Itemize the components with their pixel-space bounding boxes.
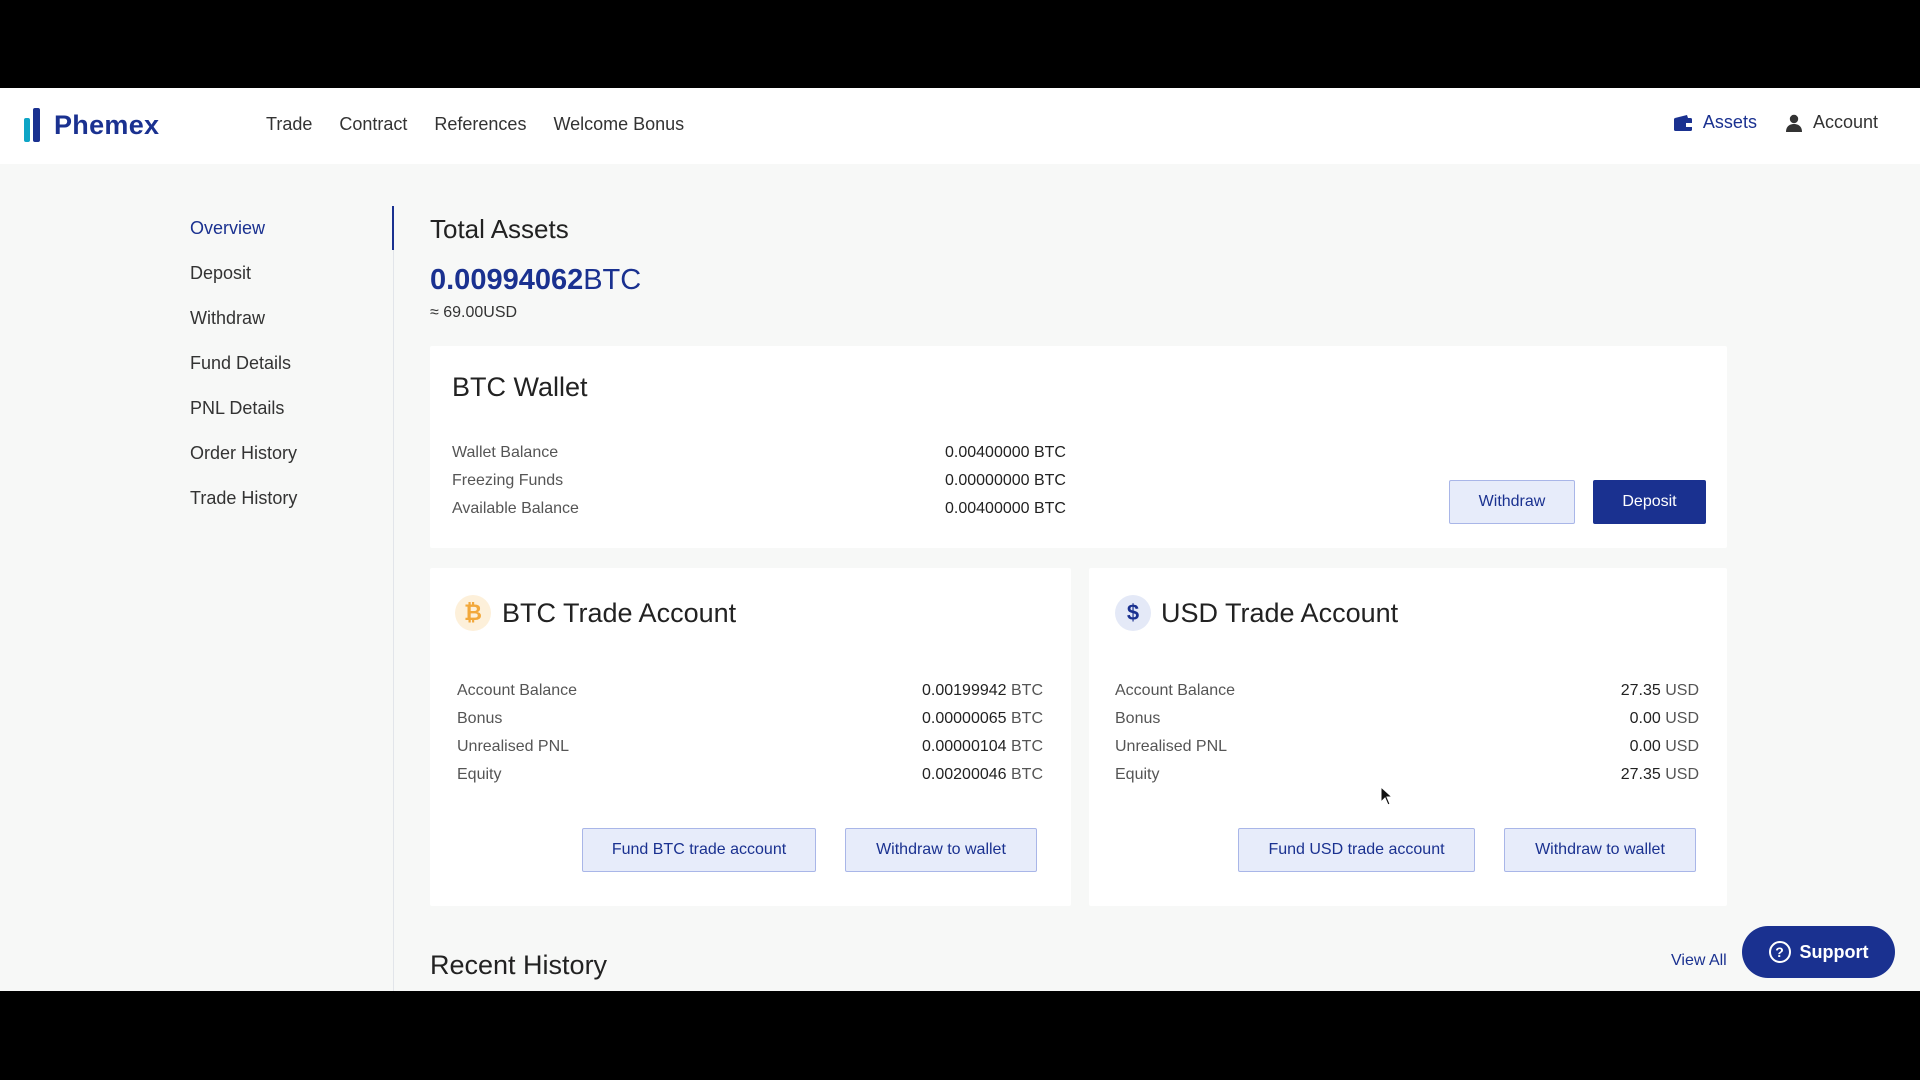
freezing-funds-value: 0.00000000 BTC [945,472,1066,489]
btc-wallet-card: BTC Wallet Wallet Balance Freezing Funds… [430,346,1727,548]
sidebar: Overview Deposit Withdraw Fund Details P… [190,218,297,533]
account-link[interactable]: Account [1785,112,1878,133]
usd-account-balance-amount: 27.35 [1620,682,1661,699]
usd-unrealised-pnl-amount: 0.00 [1629,738,1661,755]
main-nav: Trade Contract References Welcome Bonus [266,114,684,135]
sidebar-item-order-history[interactable]: Order History [190,443,297,465]
total-usd-unit: USD [483,304,518,321]
dollar-icon: $ [1115,595,1151,631]
btc-bonus-value: 0.00000065 BTC [922,710,1043,728]
usd-account-balance-value: 27.35 USD [1621,682,1699,700]
available-balance-value: 0.00400000 BTC [945,500,1066,517]
wallet-icon [1673,114,1692,131]
fund-usd-trade-account-button[interactable]: Fund USD trade account [1238,828,1475,872]
total-assets-title: Total Assets [430,214,569,244]
sidebar-divider [393,206,394,991]
sidebar-item-deposit[interactable]: Deposit [190,263,297,285]
btc-trade-account-title: BTC Trade Account [502,598,737,628]
usd-bonus-amount: 0.00 [1629,710,1661,727]
sidebar-active-indicator [392,206,394,250]
btc-equity-unit: BTC [1011,766,1043,783]
usd-withdraw-to-wallet-button[interactable]: Withdraw to wallet [1504,828,1696,872]
wallet-withdraw-button[interactable]: Withdraw [1449,480,1575,524]
top-right-menu: Assets Account [1673,112,1878,133]
phemex-logo[interactable]: Phemex [24,108,159,142]
usd-equity-amount: 27.35 [1620,766,1661,783]
usd-equity-unit: USD [1665,766,1699,783]
usd-bonus-value: 0.00 USD [1630,710,1699,728]
usd-equity-value: 27.35 USD [1621,766,1699,784]
btc-bonus-amount: 0.00000065 [922,710,1007,727]
btc-account-balance-label: Account Balance [457,682,578,699]
recent-history-title: Recent History [430,950,608,980]
btc-account-balance-amount: 0.00199942 [922,682,1007,699]
fund-btc-trade-account-button[interactable]: Fund BTC trade account [582,828,816,872]
nav-contract[interactable]: Contract [339,114,407,135]
nav-welcome-bonus[interactable]: Welcome Bonus [553,114,684,135]
btc-wallet-title: BTC Wallet [452,372,588,402]
btc-unrealised-pnl-amount: 0.00000104 [922,738,1007,755]
mouse-cursor-icon [1380,786,1394,806]
app-window: Phemex Trade Contract References Welcome… [0,88,1920,991]
btc-bonus-label: Bonus [457,710,503,727]
usd-unrealised-pnl-value: 0.00 USD [1630,738,1699,756]
sidebar-item-fund-details[interactable]: Fund Details [190,353,297,375]
account-label: Account [1812,112,1878,132]
sidebar-item-withdraw[interactable]: Withdraw [190,308,297,330]
bitcoin-icon: ₿ [455,595,491,631]
total-usd-value: ≈ 69.00USD [430,304,517,322]
wallet-balance-value: 0.00400000 BTC [945,444,1066,461]
total-btc-unit: BTC [583,264,642,296]
brand-name: Phemex [54,109,160,140]
btc-unrealised-pnl-label: Unrealised PNL [457,738,570,755]
support-label: Support [1799,941,1869,962]
btc-bonus-unit: BTC [1011,710,1043,727]
total-btc-value: 0.00994062BTC [430,264,641,297]
phemex-logo-mark [24,108,46,142]
help-icon: ? [1768,941,1791,963]
btc-equity-label: Equity [457,766,502,783]
usd-trade-account-card: $ USD Trade Account Account Balance Bonu… [1089,568,1727,906]
wallet-balance-label: Wallet Balance [452,444,559,461]
btc-trade-account-card: ₿ BTC Trade Account Account Balance Bonu… [430,568,1071,906]
view-all-link[interactable]: View All [1671,952,1727,970]
usd-bonus-label: Bonus [1115,710,1161,727]
assets-link[interactable]: Assets [1673,112,1757,133]
btc-unrealised-pnl-unit: BTC [1011,738,1043,755]
assets-label: Assets [1702,112,1757,132]
usd-trade-account-title: USD Trade Account [1161,598,1399,628]
support-button[interactable]: ? Support [1742,926,1895,978]
usd-bonus-unit: USD [1665,710,1699,727]
total-btc-amount: 0.00994062 [430,264,584,296]
total-usd-amount: ≈ 69.00 [430,304,484,321]
available-balance-label: Available Balance [452,500,579,517]
sidebar-item-pnl-details[interactable]: PNL Details [190,398,297,420]
btc-unrealised-pnl-value: 0.00000104 BTC [922,738,1043,756]
btc-account-balance-value: 0.00199942 BTC [922,682,1043,700]
usd-unrealised-pnl-label: Unrealised PNL [1115,738,1228,755]
usd-account-balance-unit: USD [1665,682,1699,699]
btc-equity-value: 0.00200046 BTC [922,766,1043,784]
sidebar-item-trade-history[interactable]: Trade History [190,488,297,510]
nav-trade[interactable]: Trade [266,114,312,135]
sidebar-item-overview[interactable]: Overview [190,218,297,240]
wallet-deposit-button[interactable]: Deposit [1593,480,1706,524]
usd-unrealised-pnl-unit: USD [1665,738,1699,755]
btc-equity-amount: 0.00200046 [922,766,1007,783]
btc-withdraw-to-wallet-button[interactable]: Withdraw to wallet [845,828,1037,872]
usd-account-balance-label: Account Balance [1115,682,1236,699]
nav-references[interactable]: References [434,114,526,135]
usd-equity-label: Equity [1115,766,1160,783]
user-icon [1785,114,1802,132]
btc-account-balance-unit: BTC [1011,682,1043,699]
top-navbar: Phemex Trade Contract References Welcome… [0,88,1920,164]
freezing-funds-label: Freezing Funds [452,472,564,489]
